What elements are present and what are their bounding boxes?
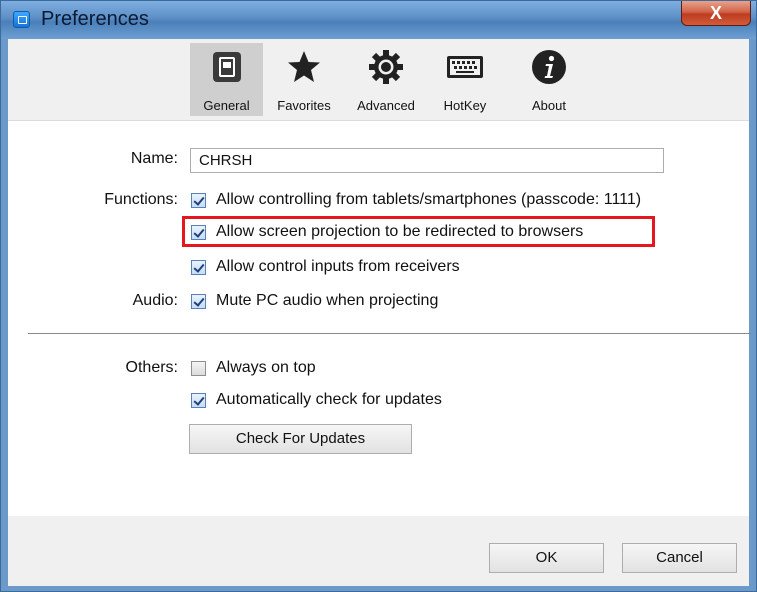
cancel-button[interactable]: Cancel xyxy=(622,543,737,573)
check-for-updates-button[interactable]: Check For Updates xyxy=(189,424,412,454)
others-label: Others: xyxy=(125,359,178,376)
always-on-top-checkbox[interactable]: Always on top xyxy=(191,359,371,379)
tab-hotkey-label: HotKey xyxy=(443,98,487,113)
close-button[interactable]: X xyxy=(681,1,751,26)
tab-about-label: About xyxy=(532,98,566,113)
functions-label: Functions: xyxy=(104,191,178,208)
gear-icon xyxy=(369,50,403,84)
tab-hotkey[interactable]: HotKey xyxy=(430,43,500,116)
auto-check-updates-label: Automatically check for updates xyxy=(216,391,442,408)
preferences-toolbar: General Favorites Advanced HotKey About xyxy=(8,39,749,121)
tab-favorites-label: Favorites xyxy=(277,98,331,113)
star-icon xyxy=(288,51,320,82)
checkbox-box[interactable] xyxy=(191,361,206,376)
info-icon xyxy=(532,50,566,84)
name-input[interactable] xyxy=(190,148,664,173)
ok-button[interactable]: OK xyxy=(489,543,604,573)
preferences-window: Preferences X General Favorites Advanced… xyxy=(0,0,757,592)
window-title: Preferences xyxy=(41,8,149,30)
tab-advanced[interactable]: Advanced xyxy=(344,43,428,116)
tab-favorites[interactable]: Favorites xyxy=(264,43,344,116)
keyboard-icon xyxy=(447,56,483,78)
checkbox-box[interactable] xyxy=(191,193,206,208)
allow-tablet-control-checkbox[interactable]: Allow controlling from tablets/smartphon… xyxy=(191,191,731,211)
allow-receiver-input-checkbox[interactable]: Allow control inputs from receivers xyxy=(191,258,521,278)
tab-general[interactable]: General xyxy=(190,43,263,116)
dialog-footer: OK Cancel xyxy=(8,516,749,586)
mute-audio-label: Mute PC audio when projecting xyxy=(216,292,439,309)
allow-receiver-input-label: Allow control inputs from receivers xyxy=(216,258,460,275)
title-bar[interactable]: Preferences X xyxy=(1,1,756,39)
tab-advanced-label: Advanced xyxy=(357,98,415,113)
allow-tablet-control-label: Allow controlling from tablets/smartphon… xyxy=(216,191,642,208)
app-icon xyxy=(13,11,30,28)
separator xyxy=(28,333,751,334)
highlight-box xyxy=(182,216,655,247)
checkbox-box[interactable] xyxy=(191,393,206,408)
checkbox-box[interactable] xyxy=(191,260,206,275)
tab-about[interactable]: About xyxy=(514,43,584,116)
dialog-body: General Favorites Advanced HotKey About … xyxy=(8,39,751,586)
always-on-top-label: Always on top xyxy=(216,359,316,376)
auto-check-updates-checkbox[interactable]: Automatically check for updates xyxy=(191,391,511,411)
checkbox-box[interactable] xyxy=(191,294,206,309)
name-label: Name: xyxy=(130,150,178,167)
audio-label: Audio: xyxy=(132,292,178,309)
mute-audio-checkbox[interactable]: Mute PC audio when projecting xyxy=(191,292,491,312)
general-icon xyxy=(212,52,241,82)
tab-general-label: General xyxy=(203,98,250,113)
